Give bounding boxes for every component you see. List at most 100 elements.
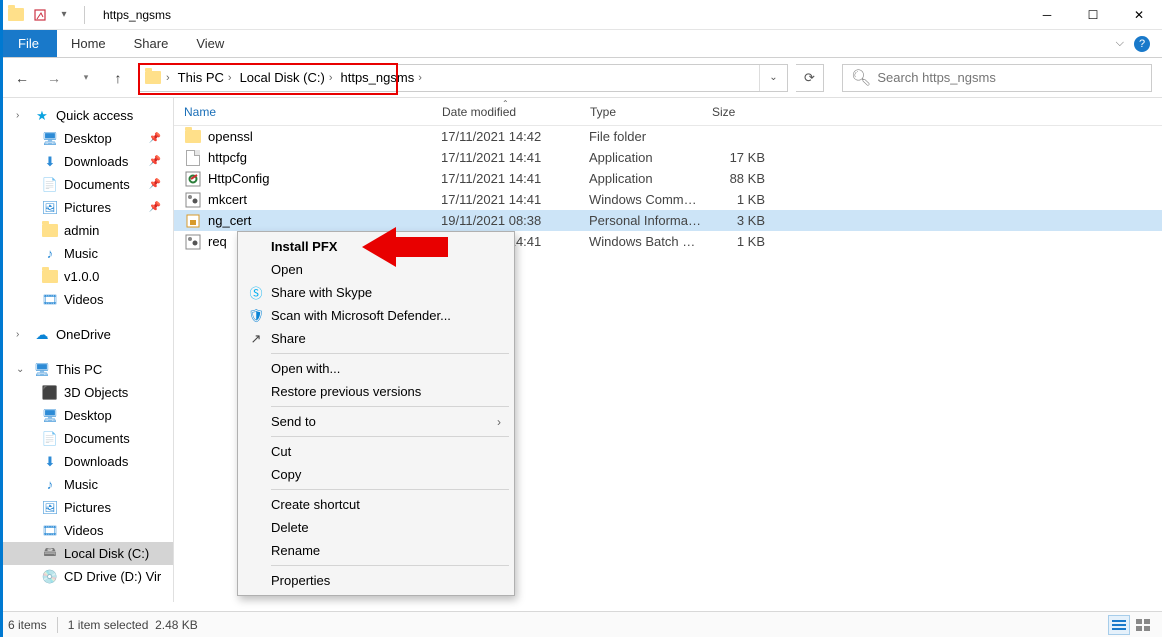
column-headers[interactable]: Name Date modified Type Size <box>174 98 1162 126</box>
ribbon-view-tab[interactable]: View <box>182 30 238 57</box>
ctx-delete[interactable]: Delete <box>241 516 511 539</box>
ctx-share-skype[interactable]: ⓈShare with Skype <box>241 281 511 304</box>
address-bar-folder-icon <box>142 67 164 89</box>
sidebar-item-pc-pictures[interactable]: 🖼Pictures <box>0 496 173 519</box>
file-size: 17 KB <box>701 150 771 165</box>
help-icon[interactable]: ? <box>1134 36 1150 52</box>
ctx-defender[interactable]: 🛡Scan with Microsoft Defender... <box>241 304 511 327</box>
file-row[interactable]: httpcfg 17/11/2021 14:41Application17 KB <box>174 147 1162 168</box>
pictures-icon: 🖼 <box>42 200 58 216</box>
address-bar-dropdown[interactable]: ⌄ <box>759 65 787 91</box>
nav-row: ← → ▾ ↑ › This PC › Local Disk (C:) › ht… <box>0 58 1162 98</box>
ribbon-home-tab[interactable]: Home <box>57 30 120 57</box>
ctx-open[interactable]: Open <box>241 258 511 281</box>
file-type-icon <box>184 149 202 167</box>
ctx-send-to[interactable]: Send to› <box>241 410 511 433</box>
sidebar-item-3d-objects[interactable]: ⬛3D Objects <box>0 381 173 404</box>
sidebar-item-pc-music[interactable]: ♪Music <box>0 473 173 496</box>
column-name[interactable]: Name <box>174 98 432 125</box>
file-row[interactable]: ng_cert19/11/2021 08:38Personal Informat… <box>174 210 1162 231</box>
sidebar-item-videos[interactable]: 🎞Videos <box>0 288 173 311</box>
nav-back-button[interactable]: ← <box>10 66 34 90</box>
address-bar[interactable]: › This PC › Local Disk (C:) › https_ngsm… <box>138 64 788 92</box>
sidebar-item-pc-videos[interactable]: 🎞Videos <box>0 519 173 542</box>
sidebar-item-downloads[interactable]: ⬇Downloads📌 <box>0 150 173 173</box>
ctx-create-shortcut[interactable]: Create shortcut <box>241 493 511 516</box>
navigation-pane[interactable]: ›★Quick access 🖥Desktop📌 ⬇Downloads📌 📄Do… <box>0 98 174 602</box>
sidebar-item-pc-desktop[interactable]: 🖥Desktop <box>0 404 173 427</box>
file-row[interactable]: HttpConfig17/11/2021 14:41Application88 … <box>174 168 1162 189</box>
status-selection-size: 2.48 KB <box>155 618 198 632</box>
file-name: openssl <box>208 129 253 144</box>
ctx-install-pfx[interactable]: Install PFX <box>241 235 511 258</box>
nav-forward-button[interactable]: → <box>42 66 66 90</box>
column-size[interactable]: Size <box>702 98 772 125</box>
file-type: Application <box>579 171 701 186</box>
file-size: 3 KB <box>701 213 771 228</box>
ctx-open-with[interactable]: Open with... <box>241 357 511 380</box>
ctx-copy[interactable]: Copy <box>241 463 511 486</box>
ribbon-share-tab[interactable]: Share <box>120 30 183 57</box>
pin-icon: 📌 <box>149 179 161 190</box>
sidebar-this-pc[interactable]: ⌄🖥This PC <box>0 358 173 381</box>
sidebar-item-pc-downloads[interactable]: ⬇Downloads <box>0 450 173 473</box>
file-row[interactable]: mkcert17/11/2021 14:41Windows Comma...1 … <box>174 189 1162 210</box>
file-size: 88 KB <box>701 171 771 186</box>
ribbon-tabs: File Home Share View ⌵ ? <box>0 30 1162 58</box>
column-type[interactable]: Type <box>580 98 702 125</box>
qat-dropdown-icon[interactable]: ▾ <box>54 5 74 25</box>
ctx-cut[interactable]: Cut <box>241 440 511 463</box>
sidebar-item-documents[interactable]: 📄Documents📌 <box>0 173 173 196</box>
title-bar: ▾ https_ngsms ─ ☐ ✕ <box>0 0 1162 30</box>
sidebar-onedrive[interactable]: ›☁OneDrive <box>0 323 173 346</box>
file-date: 17/11/2021 14:41 <box>431 150 579 165</box>
pictures-icon: 🖼 <box>42 500 58 516</box>
submenu-arrow-icon: › <box>497 415 501 429</box>
view-large-icons-button[interactable] <box>1132 615 1154 635</box>
file-type: Windows Comma... <box>579 192 701 207</box>
sidebar-item-admin[interactable]: admin <box>0 219 173 242</box>
file-type: Application <box>579 150 701 165</box>
file-type: Personal Informati... <box>579 213 701 228</box>
sidebar-item-cd-drive[interactable]: 💿CD Drive (D:) Vir <box>0 565 173 588</box>
sidebar-item-desktop[interactable]: 🖥Desktop📌 <box>0 127 173 150</box>
file-row[interactable]: openssl17/11/2021 14:42File folder <box>174 126 1162 147</box>
file-date: 17/11/2021 14:41 <box>431 171 579 186</box>
share-icon: ↗ <box>247 330 265 348</box>
ctx-share[interactable]: ↗Share <box>241 327 511 350</box>
downloads-icon: ⬇ <box>42 454 58 470</box>
close-button[interactable]: ✕ <box>1116 0 1162 30</box>
sidebar-item-v100[interactable]: v1.0.0 <box>0 265 173 288</box>
sidebar-item-local-disk-c[interactable]: 🖴Local Disk (C:) <box>0 542 173 565</box>
videos-icon: 🎞 <box>42 292 58 308</box>
ctx-properties[interactable]: Properties <box>241 569 511 592</box>
nav-up-button[interactable]: ↑ <box>106 66 130 90</box>
qat-properties-icon[interactable] <box>30 5 50 25</box>
breadcrumb-local-disk[interactable]: Local Disk (C:) <box>234 70 327 85</box>
maximize-button[interactable]: ☐ <box>1070 0 1116 30</box>
sidebar-item-music[interactable]: ♪Music <box>0 242 173 265</box>
sidebar-item-pc-documents[interactable]: 📄Documents <box>0 427 173 450</box>
minimize-button[interactable]: ─ <box>1024 0 1070 30</box>
music-icon: ♪ <box>42 477 58 493</box>
file-date: 19/11/2021 08:38 <box>431 213 579 228</box>
ctx-rename[interactable]: Rename <box>241 539 511 562</box>
search-icon: 🔍︎ <box>851 68 871 88</box>
search-box[interactable]: 🔍︎ <box>842 64 1152 92</box>
ctx-restore-versions[interactable]: Restore previous versions <box>241 380 511 403</box>
breadcrumb-this-pc[interactable]: This PC <box>172 70 226 85</box>
ribbon-collapse-icon[interactable]: ⌵ <box>1116 37 1124 50</box>
pin-icon: 📌 <box>149 133 161 144</box>
nav-history-dropdown[interactable]: ▾ <box>74 66 98 90</box>
breadcrumb-folder[interactable]: https_ngsms <box>335 70 417 85</box>
folder-icon <box>6 5 26 25</box>
sidebar-item-pictures[interactable]: 🖼Pictures📌 <box>0 196 173 219</box>
file-date: 17/11/2021 14:42 <box>431 129 579 144</box>
sidebar-quick-access[interactable]: ›★Quick access <box>0 104 173 127</box>
search-input[interactable] <box>877 70 1143 85</box>
skype-icon: Ⓢ <box>247 284 265 302</box>
file-name: httpcfg <box>208 150 247 165</box>
ribbon-file-tab[interactable]: File <box>0 30 57 57</box>
view-details-button[interactable] <box>1108 615 1130 635</box>
refresh-button[interactable]: ⟳ <box>796 64 824 92</box>
